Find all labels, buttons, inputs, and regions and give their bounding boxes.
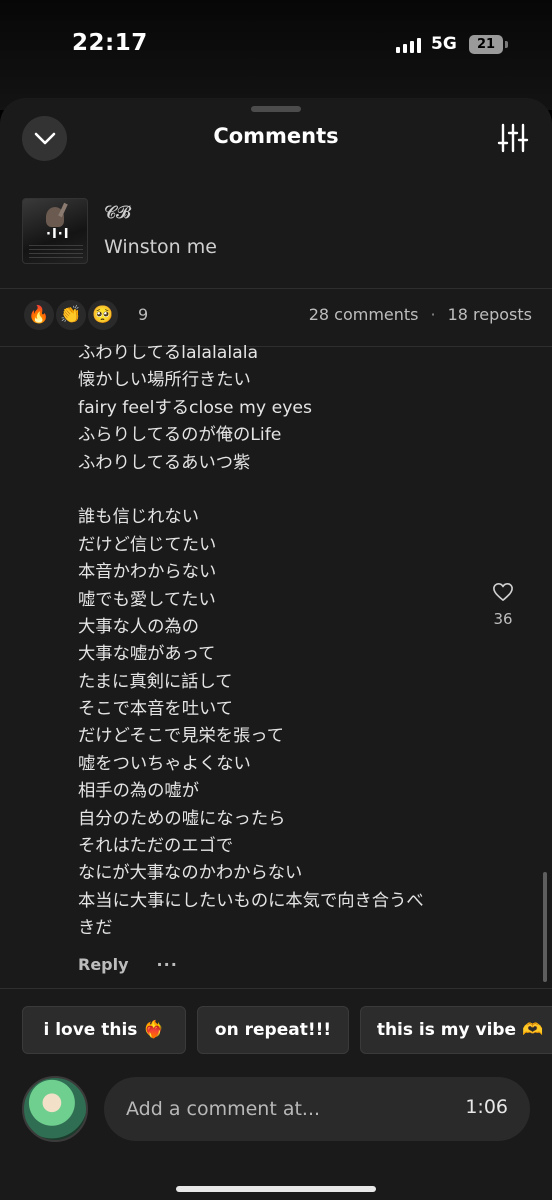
comment-line: 本当に大事にしたいものに本気で向き合うべ <box>78 890 424 911</box>
status-time: 22:17 <box>72 30 148 56</box>
comment-input[interactable] <box>126 1091 446 1127</box>
divider <box>0 988 552 989</box>
filter-button[interactable] <box>497 122 529 154</box>
comments-count: 28 comments <box>308 305 419 324</box>
comment-composer: 1:06 <box>22 1076 532 1144</box>
battery-level: 21 <box>476 37 496 52</box>
comment-line: 相手の為の嘘が <box>78 781 199 802</box>
sheet-grabber[interactable] <box>251 106 301 112</box>
signal-icon <box>396 37 421 53</box>
page-title: Comments <box>213 124 339 148</box>
comment-line: それはただのエゴで <box>78 836 234 857</box>
comment-input-container[interactable]: 1:06 <box>104 1077 530 1141</box>
suggestion-chip[interactable]: i love this ❤️‍🔥 <box>22 1006 186 1054</box>
home-indicator[interactable] <box>176 1186 376 1192</box>
divider <box>0 288 552 289</box>
comment-line: ふらりしてるのが俺のLife <box>78 425 282 446</box>
suggestion-chip[interactable]: this is my vibe 🫶 <box>360 1006 552 1054</box>
track-artwork[interactable]: ·I·I <box>22 198 88 264</box>
comment-line: 大事な嘘があって <box>78 644 216 665</box>
comments-sheet: Comments ·I·I 𝓒𝓑 Winston me 🔥 👏 🥺 9 28 c… <box>0 98 552 1200</box>
comment-line: 嘘でも愛してたい <box>78 589 216 610</box>
comment-line: なにが大事なのかわからない <box>78 863 303 884</box>
reaction-count[interactable]: 9 <box>138 305 148 324</box>
stats-row: 🔥 👏 🥺 9 28 comments · 18 reposts <box>22 298 532 334</box>
battery-cap <box>505 41 508 48</box>
avatar[interactable] <box>22 1076 88 1142</box>
comment-line: 懐かしい場所行きたい <box>78 370 251 391</box>
pause-icon: ·I·I <box>46 227 70 242</box>
status-bar: 22:17 5G 21 <box>0 0 552 92</box>
scrollbar[interactable] <box>543 872 547 982</box>
sliders-icon <box>497 123 529 153</box>
comment-line: だけど信じてたい <box>78 534 217 555</box>
reposts-count[interactable]: 18 reposts <box>448 305 532 324</box>
comment-line: そこで本音を吐いて <box>78 699 234 720</box>
comment-line: fairy feelするclose my eyes <box>78 397 313 418</box>
comment-line <box>78 477 478 504</box>
artwork-text <box>29 245 83 259</box>
comment-line: だけどそこで見栄を張って <box>78 726 284 747</box>
track-title[interactable]: Winston me <box>104 236 217 258</box>
fire-reaction-icon[interactable]: 🔥 <box>22 298 56 332</box>
comment-line: ふわりしてるあいつ紫 <box>78 452 251 473</box>
comment-line: ふわりしてるlalalalala <box>78 343 259 363</box>
reply-button[interactable]: Reply <box>78 955 129 974</box>
like-count: 36 <box>493 610 513 628</box>
comment-text: ふわりしてるlalalalala 懐かしい場所行きたい fairy feelするcl… <box>78 340 478 943</box>
track-artist[interactable]: 𝓒𝓑 <box>104 203 131 223</box>
suggestion-chip[interactable]: on repeat!!! <box>197 1006 349 1054</box>
stats-separator: · <box>430 305 436 324</box>
suggested-replies: i love this ❤️‍🔥 on repeat!!! this is my… <box>22 1006 552 1054</box>
comment-line: きだ <box>78 918 113 939</box>
battery-icon: 21 <box>469 35 503 54</box>
comment-line: 嘘をついちゃよくない <box>78 753 251 774</box>
comment-line: 自分のための嘘になったら <box>78 808 286 829</box>
comment-line: 誰も信じれない <box>78 507 199 528</box>
comment-actions: Reply ··· <box>78 955 178 974</box>
comment-timestamp[interactable]: 1:06 <box>465 1096 508 1118</box>
comment-line: 本音かわからない <box>78 562 217 583</box>
pleading-reaction-icon[interactable]: 🥺 <box>86 298 120 332</box>
comment-line: 大事な人の為の <box>78 616 199 637</box>
like-button[interactable]: 36 <box>478 582 528 628</box>
heart-icon <box>493 583 513 601</box>
network-label: 5G <box>431 34 457 54</box>
comment-line: たまに真剣に話して <box>78 671 233 692</box>
track-row[interactable]: ·I·I 𝓒𝓑 Winston me <box>22 198 522 266</box>
more-options-button[interactable]: ··· <box>157 955 178 974</box>
clap-reaction-icon[interactable]: 👏 <box>54 298 88 332</box>
